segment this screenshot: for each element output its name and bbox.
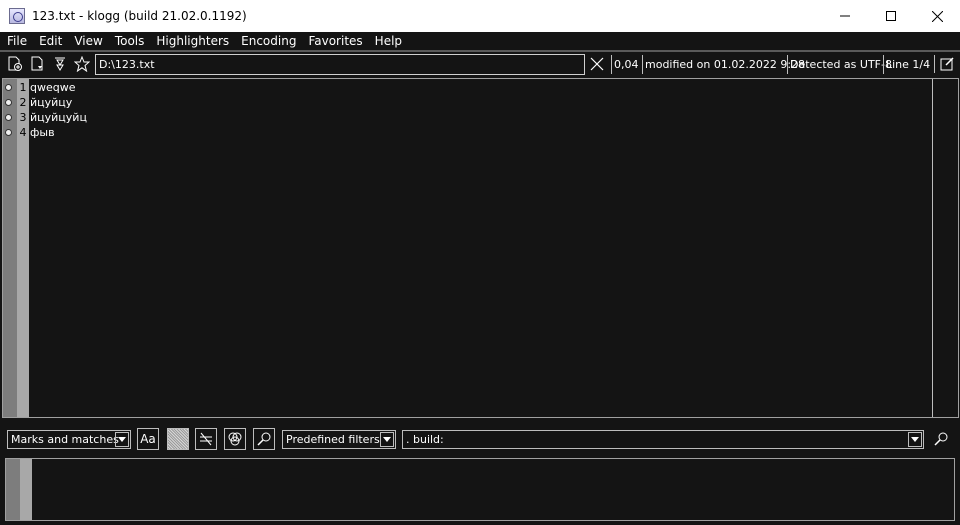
mark-icon[interactable]	[5, 99, 12, 106]
log-view[interactable]: 1 qweqwe 2 йцуйцу 3 йцуйцуйц 4 фыв	[2, 78, 959, 418]
reload-icon	[31, 56, 43, 71]
boolean-combine-button[interactable]	[224, 428, 246, 450]
maximize-icon	[886, 11, 896, 21]
match-case-button[interactable]: Aa	[137, 428, 159, 450]
predefined-filters-value: Predefined filters	[286, 433, 380, 446]
search-input[interactable]: . build:	[402, 430, 924, 449]
toolbar: D:\123.txt 0,04 modified on 01.02.2022 9…	[0, 52, 960, 76]
edit-icon	[940, 57, 954, 71]
log-line[interactable]: 4 фыв	[3, 125, 903, 140]
open-file-icon	[8, 56, 22, 71]
star-icon	[74, 56, 90, 72]
log-line[interactable]: 2 йцуйцу	[3, 95, 903, 110]
modified-date: modified on 01.02.2022 9:28	[642, 55, 805, 74]
menu-bar: File Edit View Tools Highlighters Encodi…	[0, 32, 960, 50]
maximize-button[interactable]	[868, 0, 914, 32]
menu-file[interactable]: File	[1, 32, 33, 50]
menu-edit[interactable]: Edit	[33, 32, 68, 50]
visibility-mode-value: Marks and matches	[11, 433, 119, 446]
line-number: 2	[19, 96, 27, 109]
line-text: qweqwe	[30, 81, 76, 94]
regex-toggle-button[interactable]	[167, 428, 189, 450]
menu-encoding[interactable]: Encoding	[235, 32, 302, 50]
pane-splitter[interactable]	[0, 419, 960, 427]
reload-button[interactable]	[29, 55, 47, 73]
edit-button[interactable]	[934, 55, 958, 73]
inverse-match-icon	[200, 432, 212, 446]
line-text: йцуйцуйц	[30, 111, 87, 124]
search-button[interactable]	[932, 430, 950, 448]
menu-highlighters[interactable]: Highlighters	[150, 32, 235, 50]
mark-icon[interactable]	[5, 84, 12, 91]
menu-help[interactable]: Help	[369, 32, 408, 50]
open-file-button[interactable]	[6, 55, 24, 73]
menu-tools[interactable]: Tools	[109, 32, 151, 50]
overview-scrollbar[interactable]	[932, 79, 958, 417]
line-number: 4	[19, 126, 27, 139]
chevron-down-icon[interactable]	[380, 432, 394, 447]
log-line[interactable]: 1 qweqwe	[3, 80, 903, 95]
mark-icon[interactable]	[5, 129, 12, 136]
line-text: йцуйцу	[30, 96, 73, 109]
search-input-value: . build:	[406, 433, 444, 446]
file-path-field[interactable]: D:\123.txt	[95, 54, 585, 75]
magnifier-icon	[257, 432, 271, 446]
close-window-button[interactable]	[914, 0, 960, 32]
follow-button[interactable]	[51, 55, 69, 73]
filtered-view[interactable]	[5, 458, 955, 521]
favorite-button[interactable]	[73, 55, 91, 73]
match-case-label: Aa	[140, 432, 156, 446]
venn-icon	[228, 432, 242, 446]
predefined-filters-select[interactable]: Predefined filters	[282, 430, 396, 449]
title-bar: 123.txt - klogg (build 21.02.0.1192)	[0, 0, 960, 32]
filter-bar: Marks and matches Aa Predefined filters …	[0, 427, 960, 453]
follow-icon	[55, 57, 65, 71]
file-size: 0,04	[611, 55, 639, 74]
close-icon	[931, 10, 943, 22]
visibility-mode-select[interactable]: Marks and matches	[7, 430, 131, 449]
chevron-down-icon[interactable]	[115, 432, 129, 447]
menu-favorites[interactable]: Favorites	[302, 32, 368, 50]
window-title: 123.txt - klogg (build 21.02.0.1192)	[32, 9, 247, 23]
minimize-icon	[840, 15, 850, 17]
close-icon	[590, 57, 604, 71]
encoding-status: Detected as UTF-8	[787, 55, 892, 74]
search-icon	[934, 432, 948, 446]
chevron-down-icon[interactable]	[908, 432, 922, 447]
inverse-match-button[interactable]	[195, 428, 217, 450]
log-line[interactable]: 3 йцуйцуйц	[3, 110, 903, 125]
mark-icon[interactable]	[5, 114, 12, 121]
filtered-marks-gutter[interactable]	[6, 459, 20, 520]
menu-view[interactable]: View	[68, 32, 108, 50]
line-text: фыв	[30, 126, 55, 139]
minimize-button[interactable]	[822, 0, 868, 32]
clear-path-button[interactable]	[588, 55, 606, 73]
filtered-line-number-gutter	[20, 459, 32, 520]
line-number: 3	[19, 111, 27, 124]
line-number: 1	[19, 81, 27, 94]
window-controls	[822, 0, 960, 32]
search-refresh-button[interactable]	[253, 428, 275, 450]
app-icon	[9, 8, 25, 24]
line-position: Line 1/4	[883, 55, 930, 74]
